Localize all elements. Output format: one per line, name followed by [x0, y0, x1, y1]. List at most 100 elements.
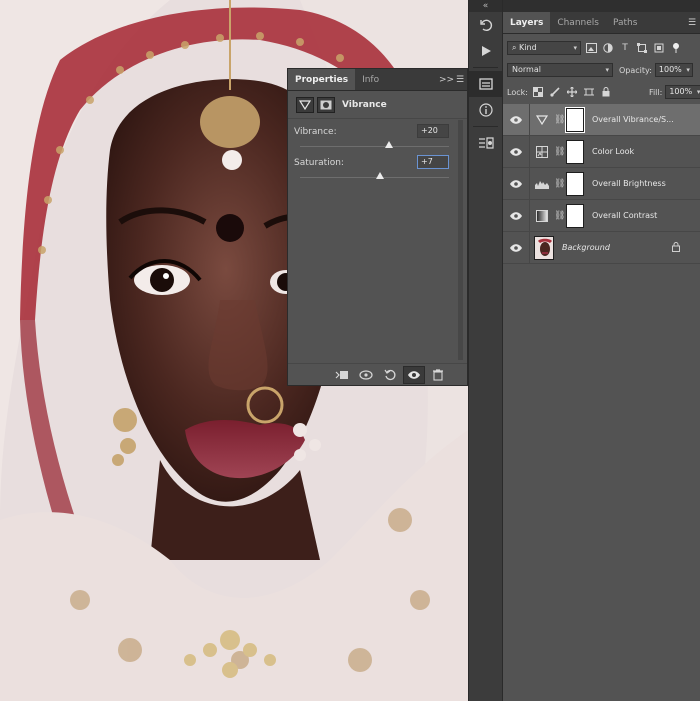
view-previous-state-icon[interactable] [355, 366, 377, 384]
mask-link-chain-icon[interactable]: ⛓ [554, 115, 565, 125]
vibrance-label: Vibrance: [294, 127, 337, 137]
mask-link-chain-icon[interactable]: ⛓ [554, 179, 565, 189]
panel-dock-strip: « [468, 0, 503, 701]
properties-panel: Properties Info >> ☰ Vibrance Vibrance: … [287, 68, 468, 386]
filter-toggle-icon[interactable] [669, 41, 683, 55]
lock-pixels-brush-icon[interactable] [548, 85, 562, 99]
search-icon: ⌕ [512, 43, 517, 52]
saturation-slider-track[interactable] [300, 177, 449, 178]
color-lookup-icon [530, 145, 554, 158]
fill-label: Fill: [648, 87, 663, 97]
layer-mask-thumbnail[interactable] [565, 106, 585, 133]
layer-mask-thumbnail[interactable] [566, 203, 584, 228]
chevron-down-icon: ▾ [605, 66, 609, 74]
layer-list: ⛓ Overall Vibrance/S... ⛓ Color Look ⛓ O… [503, 103, 700, 264]
layer-row[interactable]: ⛓ Overall Vibrance/S... [503, 103, 700, 136]
mask-link-chain-icon[interactable]: ⛓ [554, 147, 565, 157]
tab-info[interactable]: Info [355, 69, 386, 90]
info-icon[interactable] [469, 97, 502, 123]
tabbar-spacer [386, 69, 439, 90]
filter-shape-icon[interactable] [635, 41, 649, 55]
panel-scrollbar[interactable] [458, 120, 463, 360]
lock-position-move-icon[interactable] [565, 85, 579, 99]
vibrance-slider-thumb[interactable] [385, 141, 394, 148]
layers-tabbar: Layers Channels Paths ☰ [503, 12, 700, 34]
layer-mask-thumbnail[interactable] [566, 171, 584, 196]
lock-all-icon[interactable] [599, 85, 613, 99]
filter-kind-dropdown[interactable]: ⌕ Kind ▾ [507, 41, 581, 55]
visibility-eye-icon[interactable] [503, 115, 529, 124]
layer-row[interactable]: ⛓ Overall Contrast [503, 199, 700, 232]
blend-mode-dropdown[interactable]: Normal ▾ [507, 63, 613, 77]
chevron-down-icon: ▾ [686, 66, 690, 74]
background-thumbnail[interactable] [534, 235, 554, 260]
opacity-input[interactable]: 100% ▾ [654, 63, 693, 77]
fill-value: 100% [669, 87, 693, 96]
lock-row: Lock: Fill: 100% ▾ [507, 84, 700, 100]
blend-row: Normal ▾ Opacity: 100% ▾ [507, 62, 693, 78]
layer-name[interactable]: Background [562, 243, 666, 252]
lock-artboard-icon[interactable] [582, 85, 596, 99]
saturation-value-input[interactable]: +7 [417, 155, 449, 169]
layer-row[interactable]: ⛓ Overall Brightness [503, 167, 700, 200]
collapse-panel-icon[interactable]: >> [439, 69, 454, 90]
visibility-eye-icon[interactable] [503, 179, 529, 188]
collapse-dock-icon[interactable]: « [469, 0, 502, 12]
tabbar-spacer [644, 12, 684, 33]
history-icon[interactable] [469, 12, 502, 38]
layer-row[interactable]: Background [503, 231, 700, 264]
layers-top-strip [503, 0, 700, 12]
adjustment-header: Vibrance [288, 91, 467, 119]
layer-name[interactable]: Overall Vibrance/S... [592, 115, 696, 124]
layers-panel: Layers Channels Paths ☰ ⌕ Kind ▾ T Norma… [503, 0, 700, 701]
layer-filter-row: ⌕ Kind ▾ T [507, 40, 683, 56]
visibility-eye-icon[interactable] [503, 243, 529, 252]
separator [473, 67, 498, 68]
divider [529, 231, 530, 264]
visibility-eye-icon[interactable] [503, 211, 529, 220]
filter-pixel-icon[interactable] [584, 41, 598, 55]
saturation-label: Saturation: [294, 158, 344, 168]
fill-input[interactable]: 100% ▾ [665, 85, 700, 99]
opacity-label: Opacity: [619, 65, 652, 75]
properties-tabbar: Properties Info >> ☰ [288, 69, 467, 91]
layer-name[interactable]: Overall Contrast [592, 211, 696, 220]
lock-label: Lock: [507, 87, 528, 97]
vibrance-value-input[interactable]: +20 [417, 124, 449, 138]
mask-link-chain-icon[interactable]: ⛓ [554, 211, 565, 221]
tab-paths[interactable]: Paths [606, 12, 644, 33]
layer-name[interactable]: Overall Brightness [592, 179, 696, 188]
vibrance-adjustment-icon[interactable] [296, 96, 314, 113]
vibrance-slider-track[interactable] [300, 146, 449, 147]
chevron-down-icon: ▾ [573, 44, 577, 52]
layer-name[interactable]: Color Look [592, 147, 696, 156]
saturation-slider-thumb[interactable] [375, 172, 384, 179]
properties-icon[interactable] [469, 71, 502, 97]
tab-properties[interactable]: Properties [288, 69, 356, 90]
delete-layer-icon[interactable] [427, 366, 449, 384]
separator [473, 126, 498, 127]
opacity-value: 100% [658, 65, 682, 74]
panel-menu-icon[interactable]: ☰ [453, 69, 467, 90]
visibility-eye-icon[interactable] [503, 147, 529, 156]
vibrance-adjustment-icon [530, 114, 554, 125]
tab-layers[interactable]: Layers [503, 12, 551, 33]
filter-smart-object-icon[interactable] [652, 41, 666, 55]
filter-type-icon[interactable]: T [618, 41, 632, 55]
lock-icon [672, 242, 680, 255]
layers-panel-menu-icon[interactable]: ☰ [684, 12, 700, 33]
lock-transparent-icon[interactable] [531, 85, 545, 99]
gradient-map-icon [530, 209, 554, 222]
layer-mask-thumbnail[interactable] [566, 139, 584, 164]
clip-to-layer-icon[interactable] [331, 366, 353, 384]
adjustments-icon[interactable] [469, 130, 502, 156]
tab-channels[interactable]: Channels [550, 12, 606, 33]
properties-footer [288, 363, 467, 385]
filter-adjustment-icon[interactable] [601, 41, 615, 55]
actions-play-icon[interactable] [469, 38, 502, 64]
levels-histogram-icon [530, 179, 554, 189]
toggle-visibility-icon[interactable] [403, 365, 425, 384]
layer-row[interactable]: ⛓ Color Look [503, 135, 700, 168]
layer-mask-icon[interactable] [317, 96, 335, 113]
reset-adjustment-icon[interactable] [379, 366, 401, 384]
